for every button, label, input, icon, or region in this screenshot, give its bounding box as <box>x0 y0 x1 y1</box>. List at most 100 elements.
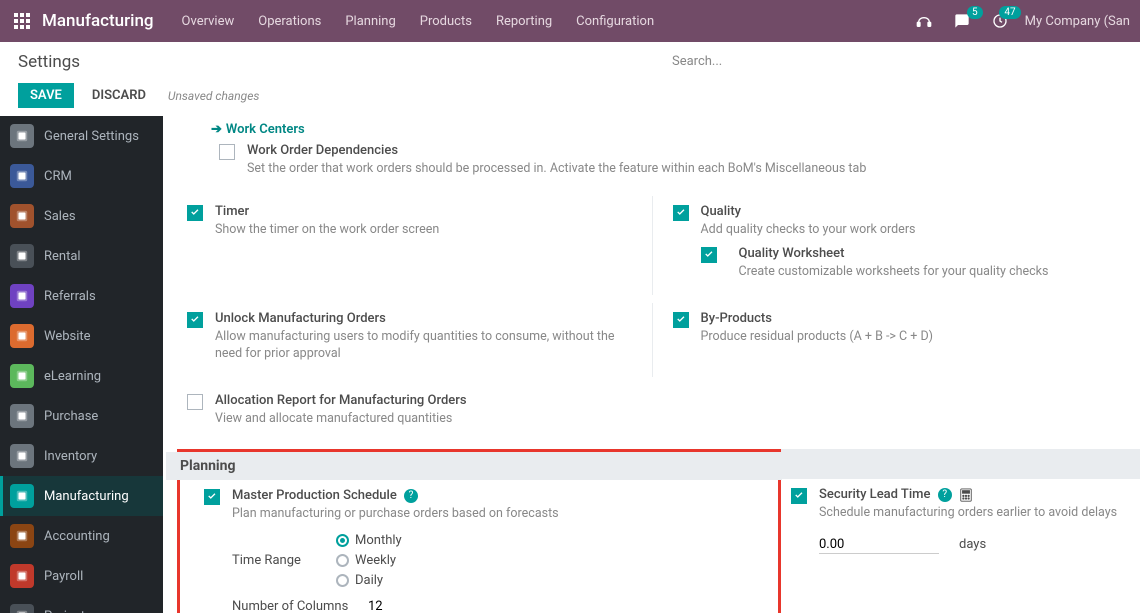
sidebar-item-website[interactable]: Website <box>0 316 163 356</box>
slt-checkbox[interactable] <box>791 488 807 504</box>
sidebar-item-purchase[interactable]: Purchase <box>0 396 163 436</box>
timer-checkbox[interactable] <box>187 205 203 221</box>
sidebar-app-icon <box>10 404 34 428</box>
timer-desc: Show the timer on the work order screen <box>215 221 632 239</box>
ncols-input[interactable] <box>368 598 538 613</box>
save-button[interactable]: SAVE <box>18 83 74 108</box>
settings-content: ➔ Work Centers Work Order Dependencies S… <box>163 116 1140 613</box>
nav-configuration[interactable]: Configuration <box>566 14 664 29</box>
action-row: SAVE DISCARD Unsaved changes <box>0 77 1140 116</box>
sidebar-app-icon <box>10 524 34 548</box>
quality-worksheet-title: Quality Worksheet <box>739 246 845 261</box>
sidebar-item-accounting[interactable]: Accounting <box>0 516 163 556</box>
sidebar-item-label: Sales <box>44 209 76 224</box>
mps-checkbox[interactable] <box>204 489 220 505</box>
mps-desc: Plan manufacturing or purchase orders ba… <box>232 505 778 523</box>
sidebar-item-label: Project <box>44 609 85 613</box>
messages-icon[interactable]: 5 <box>949 8 975 34</box>
nav-planning[interactable]: Planning <box>335 14 405 29</box>
sidebar-item-rental[interactable]: Rental <box>0 236 163 276</box>
slt-desc: Schedule manufacturing orders earlier to… <box>819 504 1140 522</box>
sidebar-app-icon <box>10 564 34 588</box>
quality-checkbox[interactable] <box>673 205 689 221</box>
time-range-monthly[interactable]: Monthly <box>336 533 402 548</box>
settings-sidebar: General Settings CRM Sales Rental Referrals W… <box>0 116 163 613</box>
unsaved-status: Unsaved changes <box>168 89 259 103</box>
time-range-daily[interactable]: Daily <box>336 573 402 588</box>
time-range-label: Time Range <box>232 553 328 568</box>
byproducts-desc: Produce residual products (A + B -> C + … <box>701 328 1121 346</box>
company-name[interactable]: My Company (San <box>1025 14 1130 29</box>
support-icon[interactable] <box>911 8 937 34</box>
sidebar-item-crm[interactable]: CRM <box>0 156 163 196</box>
sidebar-item-manufacturing[interactable]: Manufacturing <box>0 476 163 516</box>
work-order-deps-checkbox[interactable] <box>219 144 235 160</box>
activity-badge: 47 <box>999 6 1020 19</box>
ncols-label: Number of Columns <box>232 599 360 613</box>
quality-title: Quality <box>701 204 742 219</box>
sidebar-item-label: Manufacturing <box>44 489 129 504</box>
radio-on-icon <box>336 534 349 547</box>
timer-title: Timer <box>215 204 249 219</box>
sidebar-item-label: Referrals <box>44 289 96 304</box>
nav-reporting[interactable]: Reporting <box>486 14 562 29</box>
allocation-checkbox[interactable] <box>187 394 203 410</box>
sidebar-app-icon <box>10 364 34 388</box>
sidebar-item-payroll[interactable]: Payroll <box>0 556 163 596</box>
slt-unit: days <box>959 537 986 552</box>
sidebar-item-label: Payroll <box>44 569 83 584</box>
time-range-weekly[interactable]: Weekly <box>336 553 402 568</box>
arrow-right-icon: ➔ <box>211 122 222 137</box>
unlock-desc: Allow manufacturing users to modify quan… <box>215 328 632 363</box>
sidebar-item-general-settings[interactable]: General Settings <box>0 116 163 156</box>
messages-badge: 5 <box>967 6 983 19</box>
work-centers-link[interactable]: ➔ Work Centers <box>211 122 305 137</box>
sidebar-app-icon <box>10 284 34 308</box>
help-icon[interactable]: ? <box>938 488 952 502</box>
brand-title[interactable]: Manufacturing <box>42 11 154 31</box>
nav-operations[interactable]: Operations <box>248 14 331 29</box>
byproducts-title: By-Products <box>701 311 772 326</box>
quality-desc: Add quality checks to your work orders <box>701 221 1121 239</box>
sidebar-app-icon <box>10 204 34 228</box>
work-order-deps-title: Work Order Dependencies <box>247 143 398 158</box>
breadcrumb-row: Settings <box>0 42 1140 77</box>
allocation-title: Allocation Report for Manufacturing Orde… <box>215 393 467 408</box>
sidebar-item-project[interactable]: Project <box>0 596 163 613</box>
work-order-deps-desc: Set the order that work orders should be… <box>247 160 1140 178</box>
sidebar-item-elearning[interactable]: eLearning <box>0 356 163 396</box>
quality-worksheet-desc: Create customizable worksheets for your … <box>739 263 1049 281</box>
quality-worksheet-checkbox[interactable] <box>701 247 717 263</box>
sidebar-item-inventory[interactable]: Inventory <box>0 436 163 476</box>
sidebar-item-referrals[interactable]: Referrals <box>0 276 163 316</box>
unlock-title: Unlock Manufacturing Orders <box>215 311 386 326</box>
sidebar-item-label: Purchase <box>44 409 98 424</box>
sidebar-app-icon <box>10 484 34 508</box>
sidebar-item-label: Accounting <box>44 529 110 544</box>
calculator-icon[interactable] <box>959 488 973 502</box>
apps-icon[interactable] <box>10 9 34 33</box>
discard-button[interactable]: DISCARD <box>82 83 156 108</box>
byproducts-checkbox[interactable] <box>673 312 689 328</box>
activity-icon[interactable]: 47 <box>987 8 1013 34</box>
sidebar-item-label: eLearning <box>44 369 101 384</box>
sidebar-app-icon <box>10 324 34 348</box>
slt-value-input[interactable] <box>819 536 939 554</box>
top-navbar: Manufacturing Overview Operations Planni… <box>0 0 1140 42</box>
sidebar-app-icon <box>10 444 34 468</box>
sidebar-app-icon <box>10 124 34 148</box>
sidebar-item-label: CRM <box>44 169 72 184</box>
sidebar-app-icon <box>10 604 34 613</box>
allocation-desc: View and allocate manufactured quantitie… <box>215 410 632 428</box>
search-input[interactable] <box>670 50 1130 73</box>
nav-products[interactable]: Products <box>410 14 482 29</box>
work-centers-link-label: Work Centers <box>226 122 305 137</box>
radio-off-icon <box>336 574 349 587</box>
sidebar-item-label: Inventory <box>44 449 97 464</box>
search-box <box>670 50 1130 73</box>
sidebar-item-label: General Settings <box>44 129 139 144</box>
unlock-checkbox[interactable] <box>187 312 203 328</box>
nav-overview[interactable]: Overview <box>172 14 245 29</box>
help-icon[interactable]: ? <box>404 489 418 503</box>
sidebar-item-sales[interactable]: Sales <box>0 196 163 236</box>
